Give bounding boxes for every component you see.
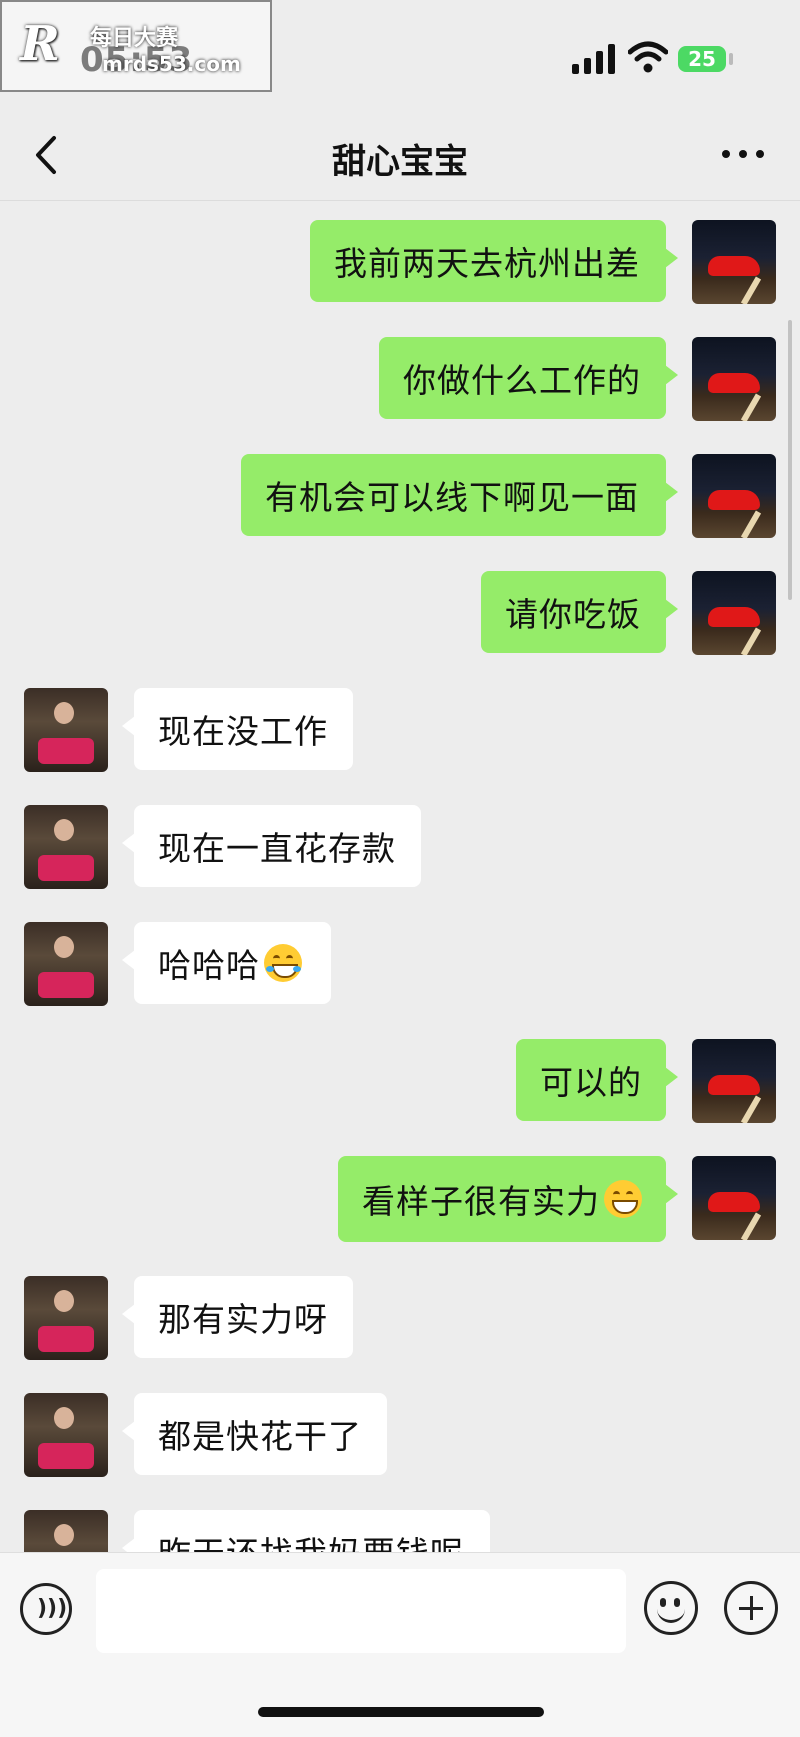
my-avatar[interactable] (692, 1039, 776, 1123)
home-indicator (258, 1707, 544, 1717)
message-bubble[interactable]: 哈哈哈 (122, 922, 331, 1004)
message-bubble[interactable]: 现在一直花存款 (122, 805, 421, 887)
tears-of-joy-emoji-icon (264, 944, 302, 982)
message-bubble[interactable]: 现在没工作 (122, 688, 353, 770)
message-bubble[interactable]: 有机会可以线下啊见一面 (241, 454, 678, 536)
battery-cap (729, 53, 733, 65)
contact-avatar[interactable] (24, 1393, 108, 1477)
message-text: 都是快花干了 (158, 1417, 362, 1456)
contact-avatar[interactable] (24, 1276, 108, 1360)
contact-avatar[interactable] (24, 922, 108, 1006)
battery-icon: 25 (678, 46, 726, 72)
message-text: 昨天还找我妈要钱呢 (158, 1527, 464, 1552)
message-bubble[interactable]: 看样子很有实力 (338, 1156, 678, 1242)
input-toolbar: ))) (0, 1552, 800, 1737)
chat-header: 甜心宝宝 (0, 110, 800, 201)
plus-icon[interactable] (724, 1581, 778, 1635)
contact-avatar[interactable] (24, 805, 108, 889)
watermark-logo: R 每日大赛 mrds53.com (0, 0, 272, 92)
contact-avatar[interactable] (24, 1510, 108, 1552)
message-text: 看样子很有实力 (362, 1182, 600, 1221)
message-text: 请你吃饭 (505, 595, 641, 634)
message-bubble[interactable]: 都是快花干了 (122, 1393, 387, 1475)
wifi-icon (628, 41, 668, 73)
battery-level: 25 (688, 47, 716, 71)
message-text: 有机会可以线下啊见一面 (265, 478, 639, 517)
cellular-signal-icon (572, 44, 615, 74)
chat-title: 甜心宝宝 (332, 142, 468, 182)
message-bubble[interactable]: 我前两天去杭州出差 (310, 220, 678, 302)
chat-scrollbar[interactable] (788, 320, 792, 600)
watermark-text: 每日大赛 (90, 26, 179, 51)
contact-avatar[interactable] (24, 688, 108, 772)
message-bubble[interactable]: 请你吃饭 (481, 571, 678, 653)
message-bubble[interactable]: 那有实力呀 (122, 1276, 353, 1358)
message-text: 你做什么工作的 (403, 361, 641, 400)
message-text: 哈哈哈 (158, 946, 260, 985)
my-avatar[interactable] (692, 571, 776, 655)
message-text: 可以的 (540, 1063, 642, 1102)
message-text: 现在没工作 (158, 712, 328, 751)
message-bubble[interactable]: 可以的 (516, 1039, 678, 1121)
message-text: 现在一直花存款 (158, 829, 396, 868)
grin-emoji-icon (604, 1180, 642, 1218)
message-bubble[interactable]: 昨天还找我妈要钱呢 (122, 1510, 490, 1552)
message-text: 我前两天去杭州出差 (334, 244, 640, 283)
my-avatar[interactable] (692, 220, 776, 304)
more-icon[interactable] (718, 142, 768, 166)
watermark-url: mrds53.com (102, 52, 241, 76)
message-text: 那有实力呀 (158, 1300, 328, 1339)
message-input[interactable] (96, 1569, 626, 1653)
my-avatar[interactable] (692, 454, 776, 538)
voice-icon[interactable]: ))) (20, 1583, 72, 1635)
emoji-icon[interactable] (644, 1581, 698, 1635)
my-avatar[interactable] (692, 337, 776, 421)
chat-message-list[interactable]: 我前两天去杭州出差 你做什么工作的 有机会可以线下啊见一面 请你吃饭 现在没工作… (0, 200, 800, 1552)
watermark-logo-letter: R (20, 16, 60, 72)
my-avatar[interactable] (692, 1156, 776, 1240)
message-bubble[interactable]: 你做什么工作的 (379, 337, 678, 419)
